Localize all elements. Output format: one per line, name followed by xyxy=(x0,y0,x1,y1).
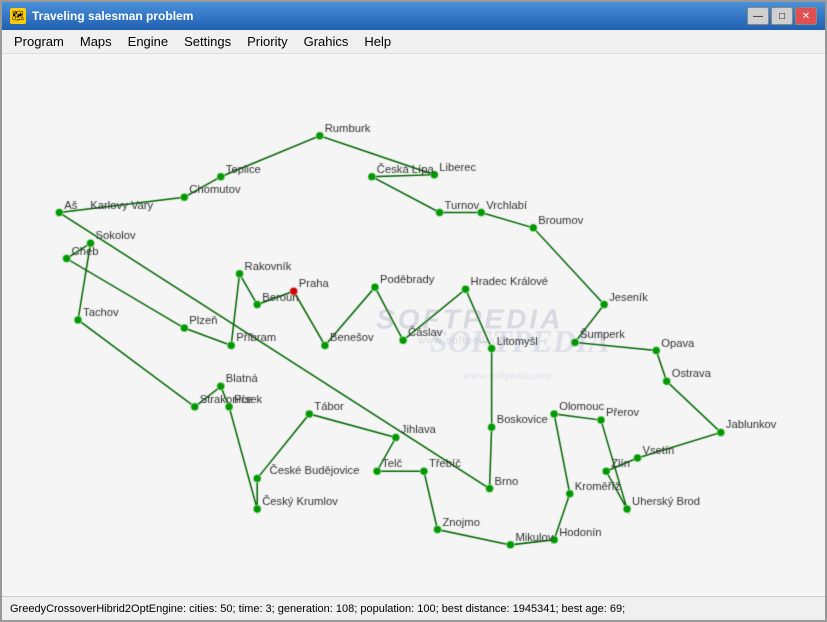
title-bar: 🗺 Traveling salesman problem — □ ✕ xyxy=(2,2,825,30)
window-title: Traveling salesman problem xyxy=(32,9,193,23)
close-button[interactable]: ✕ xyxy=(795,7,817,25)
menu-item-priority[interactable]: Priority xyxy=(239,32,295,51)
maximize-button[interactable]: □ xyxy=(771,7,793,25)
menu-item-program[interactable]: Program xyxy=(6,32,72,51)
tsp-canvas xyxy=(2,54,825,596)
menu-item-settings[interactable]: Settings xyxy=(176,32,239,51)
menu-item-help[interactable]: Help xyxy=(356,32,399,51)
status-text: GreedyCrossoverHibrid2OptEngine: cities:… xyxy=(10,603,625,615)
status-bar: GreedyCrossoverHibrid2OptEngine: cities:… xyxy=(2,596,825,620)
title-bar-left: 🗺 Traveling salesman problem xyxy=(10,8,193,24)
app-icon: 🗺 xyxy=(10,8,26,24)
window-controls: — □ ✕ xyxy=(747,7,817,25)
menu-bar: ProgramMapsEngineSettingsPriorityGrahics… xyxy=(2,30,825,54)
menu-item-engine[interactable]: Engine xyxy=(120,32,176,51)
menu-item-grahics[interactable]: Grahics xyxy=(296,32,357,51)
main-window: 🗺 Traveling salesman problem — □ ✕ Progr… xyxy=(0,0,827,622)
menu-item-maps[interactable]: Maps xyxy=(72,32,120,51)
canvas-area: SOFTPEDIA www.softpedia.com xyxy=(2,54,825,596)
minimize-button[interactable]: — xyxy=(747,7,769,25)
